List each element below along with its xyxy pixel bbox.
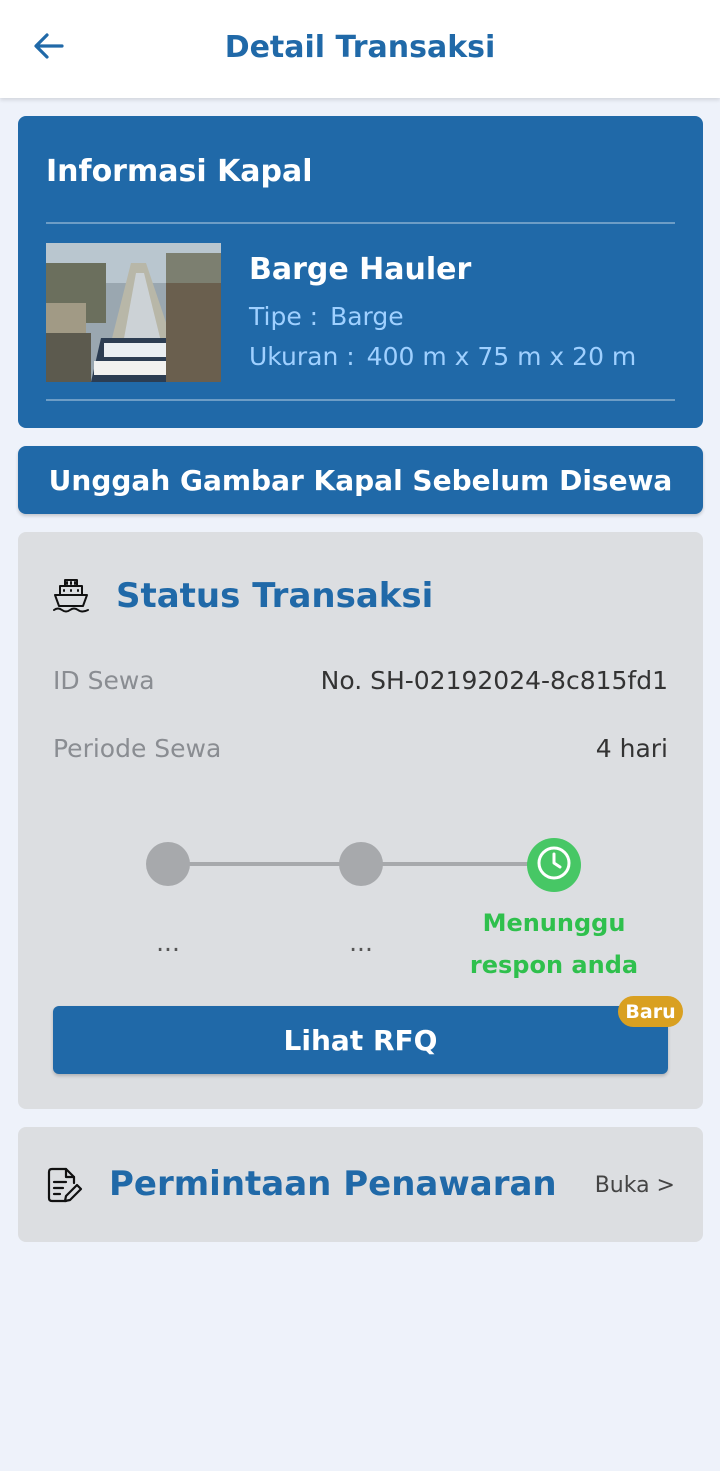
step-1-label: ...: [156, 928, 180, 957]
ship-type-label: Tipe :: [249, 302, 319, 331]
status-title: Status Transaksi: [116, 576, 434, 616]
step-2-indicator: [339, 842, 383, 886]
view-rfq-button[interactable]: Lihat RFQ: [53, 1006, 668, 1074]
upload-ship-photo-button[interactable]: Unggah Gambar Kapal Sebelum Disewa: [18, 446, 703, 514]
ship-size-label: Ukuran :: [249, 342, 355, 371]
ship-size-value: 400 m x 75 m x 20 m: [366, 342, 637, 371]
ship-info-title: Informasi Kapal: [46, 154, 313, 189]
divider: [46, 222, 675, 224]
ship-type: Tipe : Barge: [249, 302, 404, 331]
rfq-section-title: Permintaan Penawaran: [109, 1164, 557, 1204]
transaction-status-card: Status Transaksi ID Sewa No. SH-02192024…: [18, 532, 703, 1109]
step-1-indicator: [146, 842, 190, 886]
clock-icon: [535, 844, 573, 886]
request-for-quotation-card[interactable]: Permintaan Penawaran Buka >: [18, 1127, 703, 1242]
stepper-connector: [168, 862, 368, 866]
rental-period-value: 4 hari: [595, 734, 668, 763]
ship-size: Ukuran : 400 m x 75 m x 20 m: [249, 342, 636, 371]
ship-photo: [46, 243, 221, 382]
step-3-indicator: [527, 838, 581, 892]
stepper-connector: [361, 862, 551, 866]
rental-id-value: No. SH-02192024-8c815fd1: [320, 666, 668, 695]
ship-icon: [51, 576, 91, 616]
ship-info-card: Informasi Kapal Barge Hauler Tipe : Barge…: [18, 116, 703, 428]
rental-id-label: ID Sewa: [53, 666, 155, 695]
page-title: Detail Transaksi: [224, 30, 496, 65]
ship-type-value: Barge: [330, 302, 404, 331]
ship-name: Barge Hauler: [249, 252, 472, 287]
new-badge: Baru: [618, 996, 683, 1027]
step-3-label: Menunggu respon anda: [469, 909, 639, 979]
rental-period-label: Periode Sewa: [53, 734, 222, 763]
divider: [46, 399, 675, 401]
step-2-label: ...: [349, 928, 373, 957]
open-link[interactable]: Buka >: [595, 1173, 675, 1198]
top-app-bar: Detail Transaksi: [0, 0, 720, 98]
document-edit-icon: [44, 1165, 84, 1205]
